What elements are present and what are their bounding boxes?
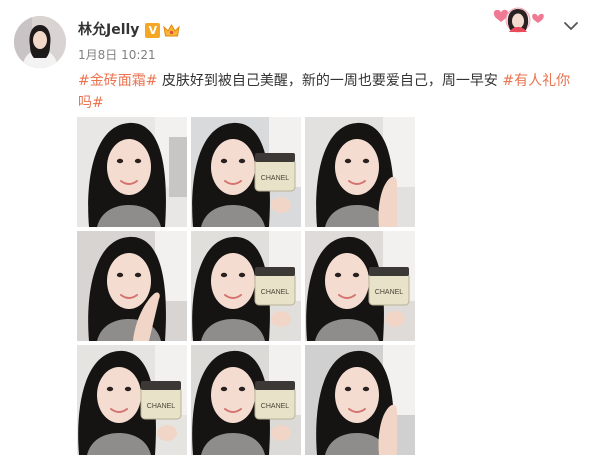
verified-v-icon[interactable]: V [145, 22, 161, 38]
svg-text:CHANEL: CHANEL [147, 403, 176, 410]
photo-7[interactable]: CHANEL [77, 345, 187, 455]
photo-grid: CHANEL CHANEL CHANEL CHANEL CHANEL [77, 117, 415, 459]
post-text: 皮肤好到被自己美醒，新的一周也要爱自己，周一早安 [157, 73, 503, 89]
chevron-down-icon[interactable] [563, 17, 579, 30]
photo-8[interactable]: CHANEL [191, 345, 301, 455]
photo-1[interactable] [77, 117, 187, 227]
svg-text:CHANEL: CHANEL [261, 289, 290, 296]
avatar[interactable] [14, 16, 66, 68]
heart-card-decoration [490, 4, 550, 36]
photo-6[interactable]: CHANEL [305, 231, 415, 341]
weibo-post: 林允Jelly V 1月8日 10:21 #金砖面霜# 皮肤好到被自己美醒，新的… [0, 0, 589, 459]
photo-5[interactable]: CHANEL [191, 231, 301, 341]
post-content: #金砖面霜# 皮肤好到被自己美醒，新的一周也要爱自己，周一早安 #有人礼你吗# [78, 70, 578, 114]
photo-4[interactable] [77, 231, 187, 341]
member-crown-icon[interactable] [163, 23, 181, 37]
post-timestamp[interactable]: 1月8日 10:21 [78, 48, 156, 62]
user-name[interactable]: 林允Jelly [78, 21, 139, 39]
svg-text:CHANEL: CHANEL [261, 403, 290, 410]
name-row: 林允Jelly V [78, 21, 181, 39]
svg-text:CHANEL: CHANEL [261, 175, 290, 182]
topic-tag-jinzhuan[interactable]: #金砖面霜# [78, 73, 157, 89]
svg-text:CHANEL: CHANEL [375, 289, 404, 296]
photo-9[interactable] [305, 345, 415, 455]
photo-3[interactable] [305, 117, 415, 227]
photo-2[interactable]: CHANEL [191, 117, 301, 227]
